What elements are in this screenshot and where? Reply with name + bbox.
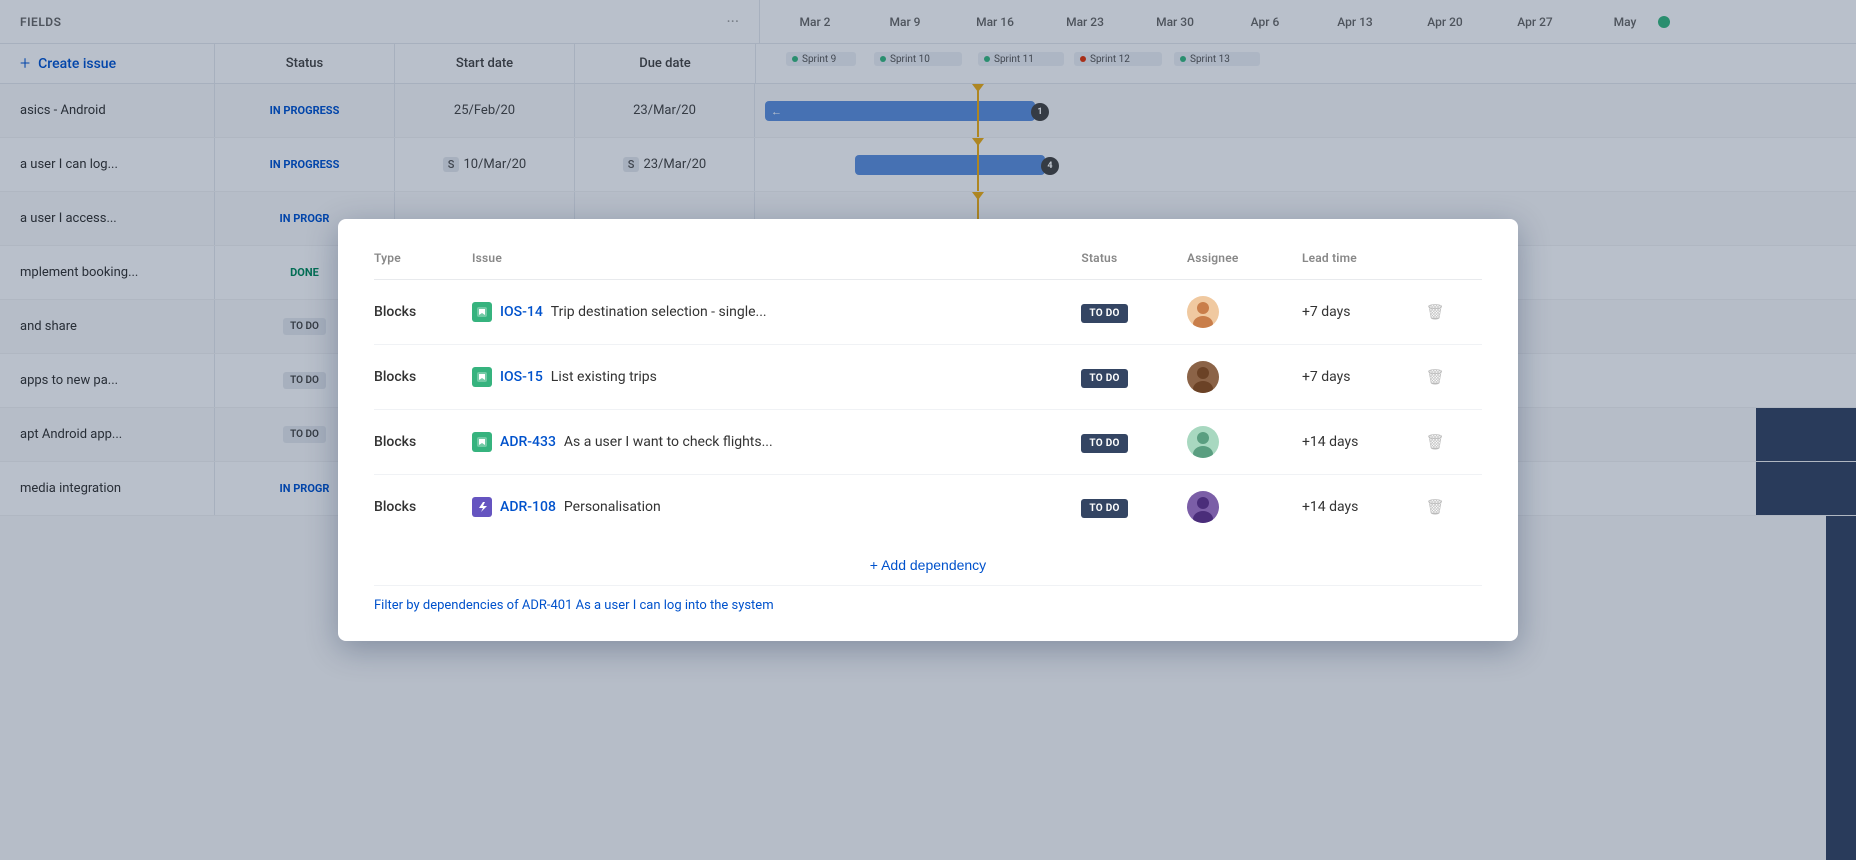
- dep-assignee: [1187, 410, 1302, 475]
- dep-assignee: [1187, 345, 1302, 410]
- col-leadtime-header: Lead time: [1302, 251, 1426, 280]
- dep-issue-cell: ADR-433 As a user I want to check flight…: [472, 410, 1081, 475]
- status-badge: TO DO: [1081, 434, 1127, 453]
- avatar: [1187, 361, 1219, 393]
- status-badge: TO DO: [1081, 369, 1127, 388]
- dependency-row: Blocks IOS-15 List existing trips: [374, 345, 1482, 410]
- dep-leadtime: +14 days: [1302, 410, 1426, 475]
- dep-type: Blocks: [374, 475, 472, 540]
- add-dependency-section: + Add dependency: [374, 539, 1482, 585]
- dep-type: Blocks: [374, 410, 472, 475]
- delete-icon[interactable]: 🗑: [1426, 498, 1445, 516]
- dep-status: TO DO: [1081, 410, 1187, 475]
- dep-delete[interactable]: 🗑: [1426, 410, 1482, 475]
- dep-issue-cell: IOS-15 List existing trips: [472, 345, 1081, 410]
- dependency-row: Blocks ADR-433 As a user I want to check…: [374, 410, 1482, 475]
- issue-key[interactable]: ADR-108: [500, 499, 556, 515]
- issue-icon-bookmark: [472, 432, 492, 452]
- avatar: [1187, 491, 1219, 523]
- issue-key[interactable]: ADR-433: [500, 434, 556, 450]
- issue-key[interactable]: IOS-15: [500, 369, 543, 385]
- dep-leadtime: +7 days: [1302, 280, 1426, 345]
- issue-key[interactable]: IOS-14: [500, 304, 543, 320]
- issue-title: As a user I want to check flights...: [564, 434, 773, 450]
- issue-title: List existing trips: [551, 369, 657, 385]
- dep-delete[interactable]: 🗑: [1426, 345, 1482, 410]
- dep-assignee: [1187, 475, 1302, 540]
- dep-issue-cell: ADR-108 Personalisation: [472, 475, 1081, 540]
- dep-assignee: [1187, 280, 1302, 345]
- delete-icon[interactable]: 🗑: [1426, 368, 1445, 386]
- status-badge: TO DO: [1081, 304, 1127, 323]
- avatar: [1187, 426, 1219, 458]
- dep-delete[interactable]: 🗑: [1426, 280, 1482, 345]
- dep-status: TO DO: [1081, 280, 1187, 345]
- dep-leadtime: +7 days: [1302, 345, 1426, 410]
- col-assignee-header: Assignee: [1187, 251, 1302, 280]
- modal-overlay: Type Issue Status Assignee Lead time Blo…: [0, 0, 1856, 860]
- col-type-header: Type: [374, 251, 472, 280]
- issue-icon-bookmark: [472, 367, 492, 387]
- dependencies-modal: Type Issue Status Assignee Lead time Blo…: [338, 219, 1518, 641]
- add-dependency-button[interactable]: + Add dependency: [870, 557, 986, 573]
- dep-delete[interactable]: 🗑: [1426, 475, 1482, 540]
- dep-type: Blocks: [374, 280, 472, 345]
- delete-icon[interactable]: 🗑: [1426, 433, 1445, 451]
- dep-leadtime: +14 days: [1302, 475, 1426, 540]
- dep-status: TO DO: [1081, 475, 1187, 540]
- avatar: [1187, 296, 1219, 328]
- dep-type: Blocks: [374, 345, 472, 410]
- dependencies-table: Type Issue Status Assignee Lead time Blo…: [374, 251, 1482, 539]
- dep-status: TO DO: [1081, 345, 1187, 410]
- filter-dependencies-link[interactable]: Filter by dependencies of ADR-401 As a u…: [374, 598, 774, 613]
- dependency-row: Blocks IOS-14 Trip destination selection…: [374, 280, 1482, 345]
- issue-title: Trip destination selection - single...: [551, 304, 767, 320]
- col-status-header: Status: [1081, 251, 1187, 280]
- issue-icon-lightning: [472, 497, 492, 517]
- col-issue-header: Issue: [472, 251, 1081, 280]
- dependency-row: Blocks ADR-108 Personalisation: [374, 475, 1482, 540]
- issue-icon-bookmark: [472, 302, 492, 322]
- delete-icon[interactable]: 🗑: [1426, 303, 1445, 321]
- issue-title: Personalisation: [564, 499, 661, 515]
- filter-link-section: Filter by dependencies of ADR-401 As a u…: [374, 585, 1482, 613]
- status-badge: TO DO: [1081, 499, 1127, 518]
- dep-issue-cell: IOS-14 Trip destination selection - sing…: [472, 280, 1081, 345]
